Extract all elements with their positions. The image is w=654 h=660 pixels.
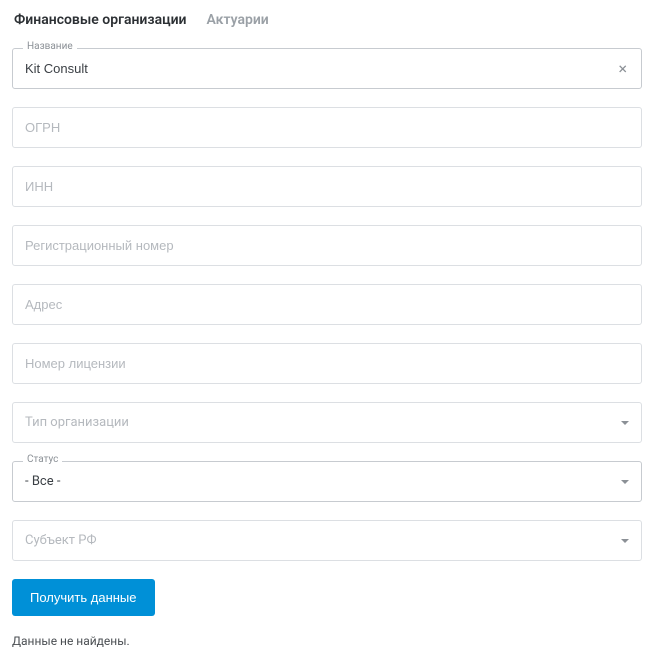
- ogrn-field-wrapper: [12, 107, 642, 148]
- inn-field-wrapper: [12, 166, 642, 207]
- reg-number-field-wrapper: [12, 225, 642, 266]
- name-label: Название: [23, 42, 77, 52]
- license-number-field-wrapper: [12, 343, 642, 384]
- submit-button[interactable]: Получить данные: [12, 579, 155, 616]
- inn-input[interactable]: [13, 167, 641, 206]
- chevron-down-icon: [621, 539, 629, 543]
- chevron-down-icon: [621, 421, 629, 425]
- chevron-down-icon: [621, 480, 629, 484]
- empty-result-message: Данные не найдены.: [12, 634, 642, 648]
- tab-financial-orgs[interactable]: Финансовые организации: [14, 12, 187, 28]
- tabs: Финансовые организации Актуарии: [12, 12, 642, 28]
- status-select[interactable]: Статус - Все -: [12, 461, 642, 502]
- org-type-select[interactable]: Тип организации: [12, 402, 642, 443]
- clear-icon[interactable]: ×: [614, 59, 631, 79]
- ogrn-input[interactable]: [13, 108, 641, 147]
- address-input[interactable]: [13, 285, 641, 324]
- region-placeholder: Субъект РФ: [13, 521, 641, 560]
- status-label: Статус: [23, 455, 62, 465]
- address-field-wrapper: [12, 284, 642, 325]
- status-value: - Все -: [13, 462, 641, 501]
- reg-number-input[interactable]: [13, 226, 641, 265]
- tab-actuaries[interactable]: Актуарии: [207, 12, 269, 28]
- name-field-wrapper: Название ×: [12, 48, 642, 89]
- org-type-placeholder: Тип организации: [13, 403, 641, 442]
- region-select[interactable]: Субъект РФ: [12, 520, 642, 561]
- name-input[interactable]: [13, 49, 641, 88]
- license-number-input[interactable]: [13, 344, 641, 383]
